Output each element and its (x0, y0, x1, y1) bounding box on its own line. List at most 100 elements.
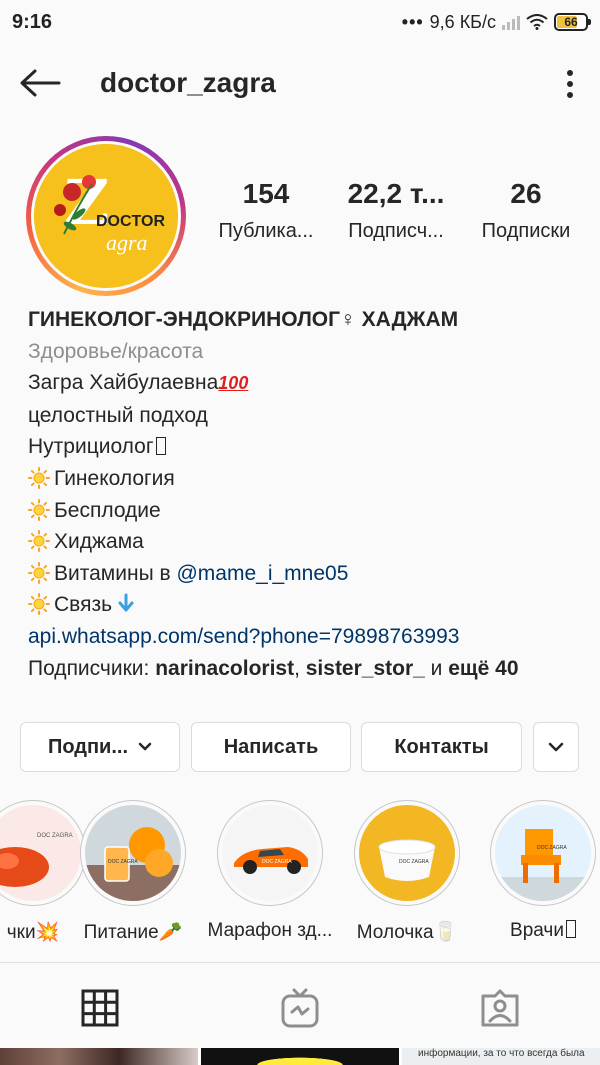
top-bar: doctor_zagra (0, 44, 600, 122)
follower-name: narinacolorist (155, 656, 295, 680)
profile-full-name: ГИНЕКОЛОГ-ЭНДОКРИНОЛОГ♀ ХАДЖАМ (28, 308, 459, 331)
highlight-cover-text: DOC ZAGRA (399, 859, 429, 865)
profile-bio: ГИНЕКОЛОГ-ЭНДОКРИНОЛОГ♀ ХАДЖАМ Здоровье/… (0, 302, 600, 712)
post-thumbnail[interactable] (201, 1048, 399, 1065)
message-button[interactable]: Написать (191, 722, 351, 772)
tab-igtv[interactable] (200, 963, 400, 1053)
highlight-cover: DOC ZAGRA (222, 805, 318, 901)
followed-by[interactable]: Подписчики: narinacolorist, sister_stor_… (28, 653, 580, 685)
bio-item-text: Бесплодие (54, 498, 161, 522)
stat-posts[interactable]: 154 Публика... (206, 178, 326, 243)
tab-tagged[interactable] (400, 963, 600, 1053)
highlight-cover: DOC ZAGRA (85, 805, 181, 901)
chevron-down-icon (548, 742, 564, 752)
bio-vitamins-text: Витамины в (54, 561, 177, 585)
bio-line2: целостный подход (28, 403, 208, 427)
more-options-button[interactable] (558, 64, 582, 104)
stat-followers-value: 22,2 т... (347, 178, 445, 209)
status-time: 9:16 (12, 10, 53, 33)
separator: , (294, 656, 306, 680)
posts-grid: информации, за то что всегда была (0, 1048, 600, 1065)
story-ring[interactable]: Z DOCTOR agra (26, 136, 186, 296)
missing-glyph-icon (565, 920, 576, 938)
tagged-icon (481, 989, 519, 1027)
bio-line-name: Загра Хайбулаевна100 (28, 367, 580, 400)
highlight-cover-text: DOC ZAGRA (108, 859, 138, 865)
battery-level: 66 (564, 15, 578, 29)
highlight-ring: DOC ZAGRA (490, 800, 596, 906)
highlight-label: Молочка🥛 (356, 922, 458, 943)
stat-posts-value: 154 (242, 178, 290, 209)
tab-posts-grid[interactable] (0, 963, 200, 1053)
bio-contact-text: Связь (54, 593, 113, 617)
highlight-ring: DOC ZAGRA (217, 800, 323, 906)
bio-item-vitamins: Витамины в @mame_i_mne05 (28, 558, 580, 590)
bio-line3: Нутрициолог (28, 431, 580, 463)
following-button[interactable]: Подпи... (20, 722, 180, 772)
followers-more: ещё 40 (448, 656, 519, 680)
profile-username: doctor_zagra (100, 67, 276, 98)
avatar: Z DOCTOR agra (34, 144, 178, 288)
highlight-cover: DOC ZAGRA (495, 805, 591, 901)
bio-item-infertility: Бесплодие (28, 495, 580, 527)
bio-item-text: Хиджама (54, 530, 144, 554)
back-button[interactable] (0, 44, 80, 122)
avatar-text-bottom: agra (106, 230, 148, 255)
status-right: ••• 9,6 КБ/с 66 (401, 11, 591, 33)
network-speed: 9,6 КБ/с (429, 11, 496, 32)
status-bar: 9:16 ••• 9,6 КБ/с 66 (0, 0, 600, 44)
stat-following[interactable]: 26 Подписки (466, 178, 586, 243)
post-thumbnail[interactable]: информации, за то что всегда была (402, 1048, 600, 1065)
status-dots: ••• (401, 11, 424, 32)
highlight-cover: DOC ZAGRA (359, 805, 455, 901)
profile-category: Здоровье/красота (28, 339, 204, 363)
grid-icon (81, 989, 119, 1027)
website-link[interactable]: api.whatsapp.com/send?phone=79898763993 (28, 621, 580, 653)
more-vertical-icon (567, 70, 573, 76)
bio-item-hijama: Хиджама (28, 526, 580, 558)
missing-glyph-icon (155, 437, 166, 456)
profile-actions: Подпи... Написать Контакты (0, 712, 600, 792)
avatar-text-top: DOCTOR (96, 213, 165, 230)
mention-link[interactable]: @mame_i_mne05 (176, 562, 348, 585)
post-thumbnail-text: информации, за то что всегда была (418, 1048, 585, 1059)
highlight-label: Марафон зд... (207, 920, 333, 941)
highlight-ring: DOC ZAGRA (354, 800, 460, 906)
highlight-item[interactable]: DOC ZAGRA Питание🥕 (68, 800, 198, 944)
highlight-label: Питание🥕 (83, 922, 183, 943)
highlight-cover-text: DOC ZAGRA (537, 845, 567, 851)
separator: и (424, 656, 449, 680)
suggested-toggle-button[interactable] (533, 722, 579, 772)
igtv-icon (281, 988, 319, 1028)
stat-following-label: Подписки (481, 220, 571, 242)
following-button-label: Подпи... (47, 735, 129, 758)
arrow-left-icon (20, 69, 61, 97)
followed-by-prefix: Подписчики: (28, 656, 156, 680)
battery-icon: 66 (554, 13, 591, 31)
profile-tabs (0, 962, 600, 1052)
highlight-label-text: Врачи (510, 920, 564, 941)
story-highlights: DOC ZAGRA чки💥 DOC ZAGRA Питание🥕 DOC ZA… (0, 792, 600, 962)
post-thumbnail[interactable] (0, 1048, 198, 1065)
highlight-item[interactable]: DOC ZAGRA Врачи (478, 800, 600, 942)
stat-posts-label: Публика... (218, 220, 314, 242)
bio-line3-text: Нутрициолог (28, 435, 154, 459)
dot (567, 81, 573, 87)
highlight-item[interactable]: DOC ZAGRA Молочка🥛 (342, 800, 472, 944)
bio-item-gynecology: Гинекология (28, 463, 580, 495)
follower-name: sister_stor_ (305, 656, 425, 680)
arrow-down-icon (118, 593, 134, 612)
stat-following-value: 26 (510, 178, 542, 209)
stat-followers[interactable]: 22,2 т... Подписч... (336, 178, 456, 243)
bio-item-contact: Связь (28, 589, 580, 621)
dot (567, 92, 573, 98)
profile-header: Z DOCTOR agra 154 Публика... 22,2 т... П… (0, 122, 600, 302)
bio-line1-text: Загра Хайбулаевна (28, 371, 219, 395)
sun-icon (28, 561, 50, 584)
stat-followers-label: Подписч... (348, 220, 444, 242)
sun-icon (28, 593, 50, 616)
contacts-button[interactable]: Контакты (361, 722, 522, 772)
sun-icon (28, 466, 50, 489)
profile-stats: 154 Публика... 22,2 т... Подписч... 26 П… (206, 178, 586, 243)
highlight-item[interactable]: DOC ZAGRA Марафон зд... (205, 800, 335, 942)
